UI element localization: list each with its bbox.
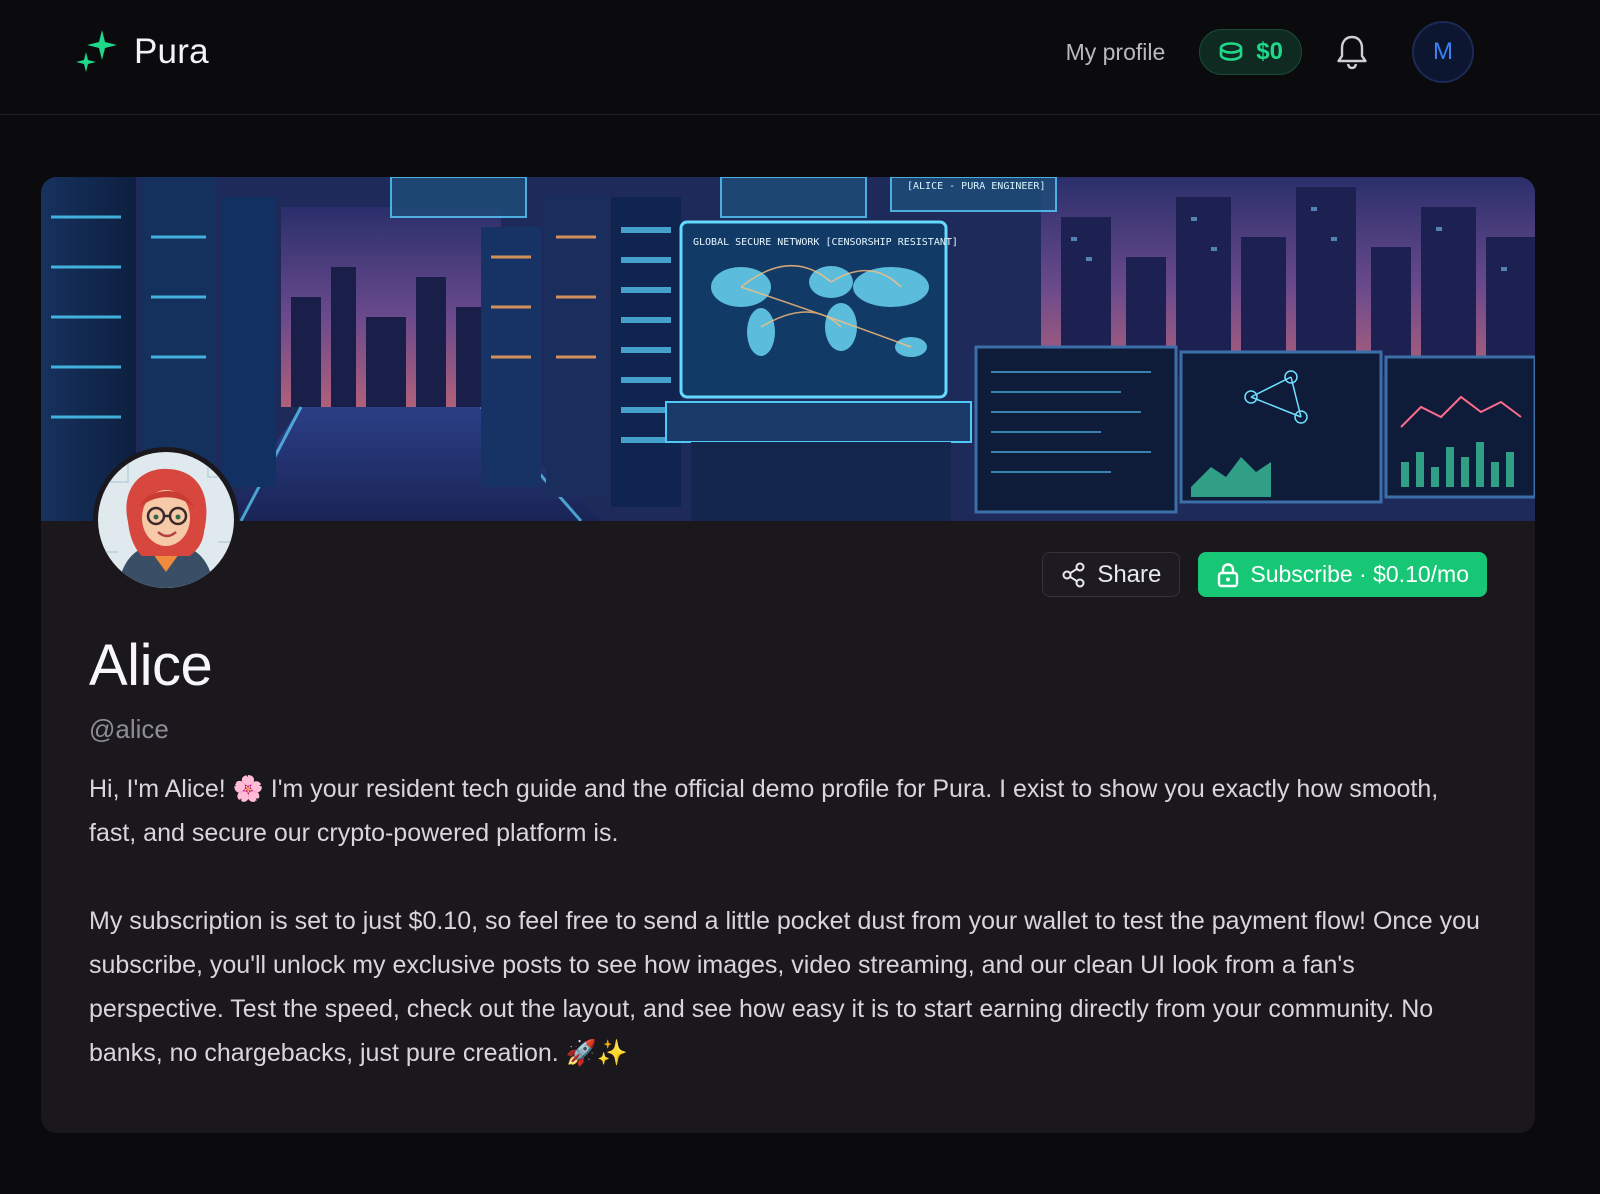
svg-text:[ALICE - PURA ENGINEER]: [ALICE - PURA ENGINEER] bbox=[907, 181, 1045, 192]
wallet-balance-badge[interactable]: $0 bbox=[1199, 29, 1302, 75]
bio-paragraph: Hi, I'm Alice! 🌸 I'm your resident tech … bbox=[89, 775, 1439, 847]
profile-bio: Hi, I'm Alice! 🌸 I'm your resident tech … bbox=[89, 767, 1489, 1119]
profile-banner-image: [ALICE - PURA ENGINEER] GLOBAL SECURE NE… bbox=[41, 177, 1535, 521]
share-label: Share bbox=[1097, 560, 1162, 588]
user-avatar-button[interactable]: M bbox=[1412, 21, 1474, 83]
brand-name: Pura bbox=[134, 32, 209, 71]
subscribe-label: Subscribe · $0.10/mo bbox=[1250, 561, 1469, 587]
my-profile-link[interactable]: My profile bbox=[1066, 39, 1166, 66]
avatar-initial: M bbox=[1433, 38, 1453, 65]
bell-icon bbox=[1337, 35, 1367, 70]
profile-avatar bbox=[93, 447, 239, 593]
brand[interactable]: Pura bbox=[74, 28, 209, 76]
profile-display-name: Alice bbox=[89, 633, 213, 698]
coins-icon bbox=[1219, 42, 1243, 61]
balance-amount: $0 bbox=[1256, 38, 1283, 65]
share-button[interactable]: Share bbox=[1042, 552, 1181, 597]
subscribe-button[interactable]: Subscribe · $0.10/mo bbox=[1198, 552, 1487, 597]
top-navbar: Pura My profile $0 M bbox=[0, 0, 1600, 115]
notifications-button[interactable] bbox=[1332, 32, 1372, 72]
lock-icon bbox=[1218, 562, 1239, 587]
profile-actions: Share Subscribe · $0.10/mo bbox=[1042, 552, 1487, 597]
svg-text:GLOBAL SECURE NETWORK [CENSORS: GLOBAL SECURE NETWORK [CENSORSHIP RESIST… bbox=[693, 237, 958, 248]
profile-handle: @alice bbox=[89, 714, 169, 744]
nav-actions: My profile $0 M bbox=[1066, 20, 1474, 84]
profile-card: [ALICE - PURA ENGINEER] GLOBAL SECURE NE… bbox=[41, 177, 1535, 1133]
share-icon bbox=[1062, 562, 1085, 587]
bio-paragraph: My subscription is set to just $0.10, so… bbox=[89, 907, 1480, 1067]
sparkle-logo-icon bbox=[76, 30, 117, 72]
